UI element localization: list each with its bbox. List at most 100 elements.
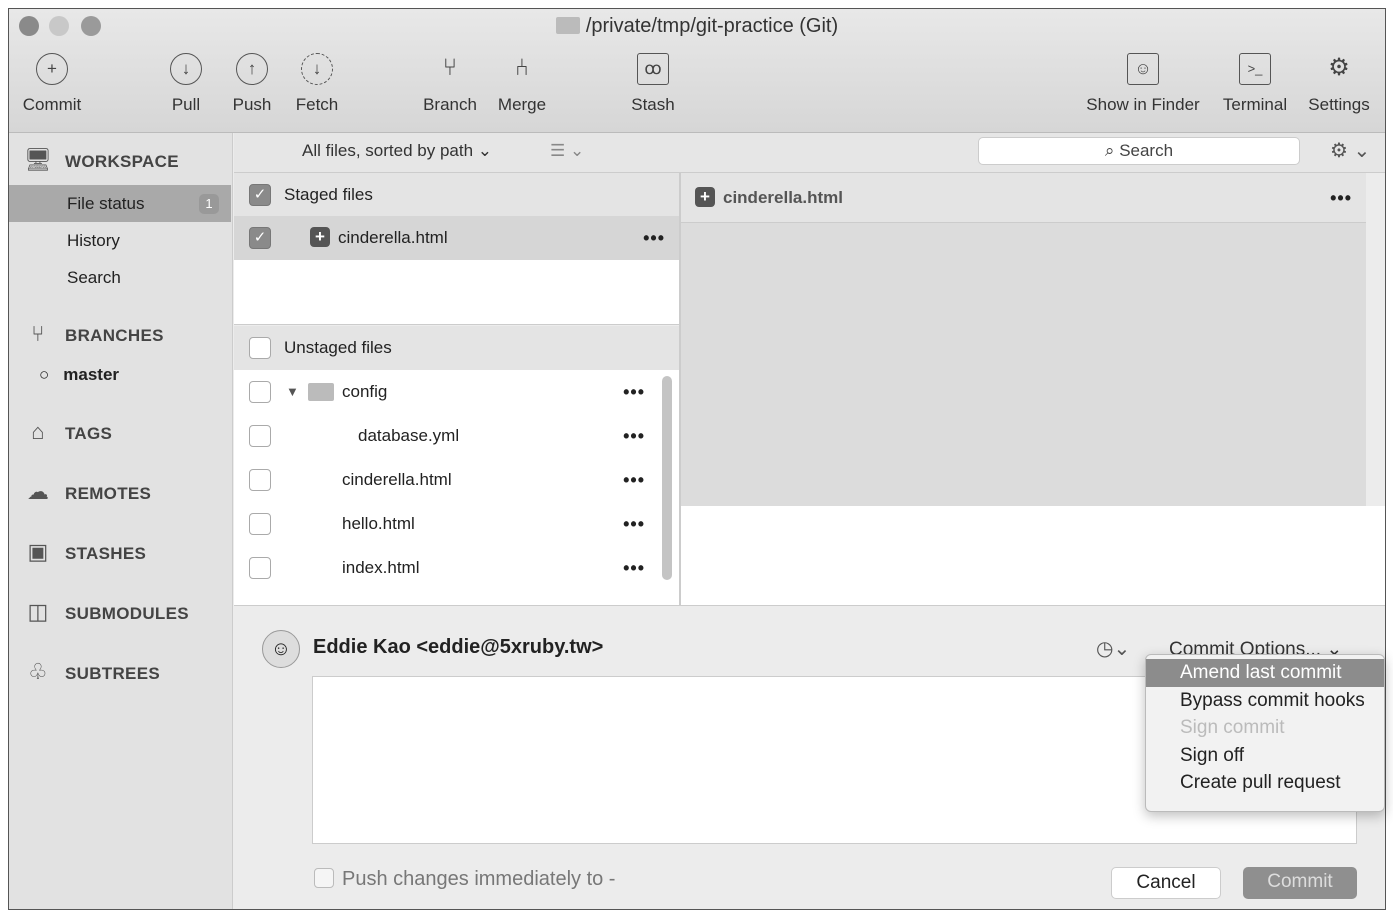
diff-header: + cinderella.html ••• xyxy=(681,173,1366,223)
unstaged-list: ▼ config ••• database.yml ••• cinderella.ht… xyxy=(234,370,679,605)
file-row[interactable]: cinderella.html ••• xyxy=(234,458,659,502)
workspace-section[interactable]: 🖥 WORKSPACE xyxy=(23,147,179,173)
staged-label: Staged files xyxy=(284,185,373,204)
pull-icon: ↓ xyxy=(170,53,202,85)
stashes-section[interactable]: ▣ STASHES xyxy=(23,539,146,565)
sidebar-item-search[interactable]: Search xyxy=(9,259,231,296)
menu-item-create-pr[interactable]: Create pull request xyxy=(1146,769,1384,797)
subtrees-section[interactable]: ♧ SUBTREES xyxy=(23,659,160,685)
remotes-section[interactable]: ☁ REMOTES xyxy=(23,479,151,505)
search-input[interactable]: ⌕ Search xyxy=(978,137,1300,165)
branch-name: master xyxy=(63,365,120,384)
search-icon: ⌕ xyxy=(1104,141,1115,160)
file-name: config xyxy=(342,382,388,401)
more-icon[interactable]: ••• xyxy=(643,216,665,260)
search-placeholder: Search xyxy=(1119,141,1174,160)
cancel-button[interactable]: Cancel xyxy=(1111,867,1221,899)
more-icon[interactable]: ••• xyxy=(623,458,645,502)
added-icon: + xyxy=(695,187,715,207)
view-mode-dropdown[interactable]: ☰ ⌄ xyxy=(550,141,584,161)
settings-button[interactable]: ⚙ Settings xyxy=(1301,53,1377,115)
file-row-config[interactable]: ▼ config ••• xyxy=(234,370,659,414)
staged-file-row[interactable]: ✓ + cinderella.html ••• xyxy=(234,216,679,260)
avatar: ☺ xyxy=(262,630,300,668)
toolbar-label: Branch xyxy=(423,95,477,114)
menu-item-sign-commit: Sign commit xyxy=(1180,717,1285,738)
title-bar: /private/tmp/git-practice (Git) + Commit … xyxy=(9,9,1385,133)
sort-dropdown[interactable]: All files, sorted by path ⌄ xyxy=(302,141,492,161)
added-icon: + xyxy=(310,227,330,247)
item-label: File status xyxy=(67,194,145,213)
toolbar-label: Show in Finder xyxy=(1086,95,1200,114)
merge-button[interactable]: ⑃ Merge xyxy=(489,53,555,115)
terminal-button[interactable]: >_ Terminal xyxy=(1217,53,1293,115)
gear-icon: ⚙ xyxy=(1330,140,1348,162)
push-checkbox[interactable] xyxy=(314,868,334,888)
menu-item-sign-off[interactable]: Sign off xyxy=(1146,742,1384,770)
list-icon: ☰ xyxy=(550,141,566,160)
toolbar-label: Pull xyxy=(171,95,201,114)
section-label: BRANCHES xyxy=(65,326,164,345)
monitor-icon: 🖥 xyxy=(23,147,53,172)
commit-button[interactable]: Commit xyxy=(1243,867,1357,899)
scrollbar[interactable] xyxy=(662,376,672,580)
filter-bar: All files, sorted by path ⌄ ☰ ⌄ ⌕ Search… xyxy=(234,133,1385,173)
file-checkbox[interactable] xyxy=(249,513,271,535)
file-name: hello.html xyxy=(342,514,415,533)
sidebar-item-history[interactable]: History xyxy=(9,222,231,259)
stage-all-checkbox[interactable]: ✓ xyxy=(249,184,271,206)
file-row[interactable]: database.yml ••• xyxy=(234,414,659,458)
section-label: REMOTES xyxy=(65,484,152,503)
file-name: cinderella.html xyxy=(342,470,452,489)
toolbar-label: Commit xyxy=(22,95,82,114)
gear-dropdown[interactable]: ⚙ ⌄ xyxy=(1330,138,1370,163)
fetch-button[interactable]: ↓ Fetch xyxy=(289,53,345,115)
toolbar-label: Fetch xyxy=(295,95,339,114)
branch-master[interactable]: ○ master xyxy=(39,365,119,385)
branch-button[interactable]: ⑂ Branch xyxy=(417,53,483,115)
chevron-down-icon: ⌄ xyxy=(477,141,493,160)
more-icon[interactable]: ••• xyxy=(623,370,645,414)
tags-section[interactable]: ⌂ TAGS xyxy=(23,419,112,445)
menu-item-amend[interactable]: Amend last commit xyxy=(1146,659,1384,687)
branch-icon: ⑂ xyxy=(31,321,45,346)
push-label: Push changes immediately to - xyxy=(342,868,616,890)
branches-section[interactable]: ⑂ BRANCHES xyxy=(23,321,164,347)
file-row[interactable]: hello.html ••• xyxy=(234,502,659,546)
file-checkbox[interactable] xyxy=(249,557,271,579)
submodule-icon: ◫ xyxy=(27,599,49,624)
file-name: database.yml xyxy=(358,426,460,445)
branch-icon: ⑂ xyxy=(442,54,458,81)
more-icon[interactable]: ••• xyxy=(623,414,645,458)
file-checkbox[interactable] xyxy=(249,425,271,447)
more-icon[interactable]: ••• xyxy=(1330,173,1352,223)
menu-item-bypass-hooks[interactable]: Bypass commit hooks xyxy=(1146,687,1384,715)
count-badge: 1 xyxy=(199,194,219,214)
sidebar-item-file-status[interactable]: File status 1 xyxy=(9,185,231,222)
settings-icon: ⚙ xyxy=(1328,54,1350,81)
terminal-icon: >_ xyxy=(1239,53,1271,85)
file-checkbox[interactable]: ✓ xyxy=(249,227,271,249)
pull-button[interactable]: ↓ Pull xyxy=(161,53,211,115)
section-label: WORKSPACE xyxy=(65,152,179,171)
finder-icon: ☺ xyxy=(1127,53,1159,85)
subtree-icon: ♧ xyxy=(27,659,49,684)
history-dropdown[interactable]: ◷⌄ xyxy=(1096,636,1130,661)
push-button[interactable]: ↑ Push xyxy=(227,53,277,115)
stash-button[interactable]: ꝏ Stash xyxy=(621,53,685,115)
disclosure-triangle-icon[interactable]: ▼ xyxy=(286,370,299,414)
more-icon[interactable]: ••• xyxy=(623,546,645,590)
toolbar-label: Push xyxy=(232,95,272,114)
unstage-all-checkbox[interactable] xyxy=(249,337,271,359)
file-checkbox[interactable] xyxy=(249,381,271,403)
more-icon[interactable]: ••• xyxy=(623,502,645,546)
toolbar-label: Settings xyxy=(1308,95,1370,114)
file-row[interactable]: index.html ••• xyxy=(234,546,659,590)
section-label: TAGS xyxy=(65,424,113,443)
section-label: SUBTREES xyxy=(65,664,160,683)
submodules-section[interactable]: ◫ SUBMODULES xyxy=(23,599,189,625)
file-checkbox[interactable] xyxy=(249,469,271,491)
push-immediately-option[interactable]: Push changes immediately to - xyxy=(314,868,615,891)
show-in-finder-button[interactable]: ☺ Show in Finder xyxy=(1075,53,1211,115)
commit-toolbar-button[interactable]: + Commit xyxy=(17,53,87,115)
